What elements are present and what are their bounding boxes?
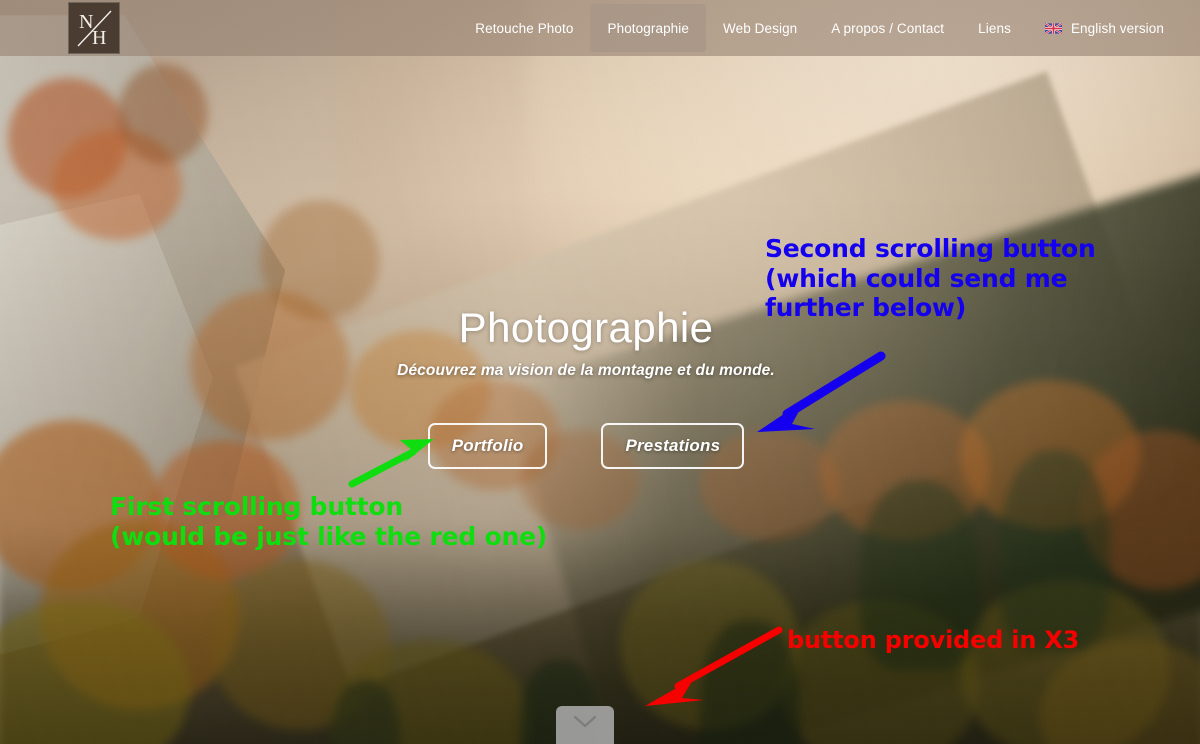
hero-button-portfolio[interactable]: Portfolio — [427, 423, 548, 469]
chevron-down-icon — [573, 715, 597, 728]
hero-cta-group: Portfolio Prestations — [0, 423, 1172, 469]
top-navigation-bar: N H Retouche Photo Photographie Web Desi… — [0, 0, 1200, 56]
hero-content: Photographie Découvrez ma vision de la m… — [0, 0, 1200, 744]
uk-flag-icon — [1044, 22, 1062, 34]
hero-button-prestations[interactable]: Prestations — [601, 423, 745, 469]
nh-monogram-logo[interactable]: N H — [68, 2, 120, 54]
nav-web-design[interactable]: Web Design — [706, 4, 814, 52]
page-title: Photographie — [458, 304, 714, 351]
nav-english-version-label: English version — [1070, 20, 1164, 36]
nav-photographie[interactable]: Photographie — [590, 4, 706, 52]
main-nav: Retouche Photo Photographie Web Design A… — [458, 0, 1184, 56]
logo-letter-h: H — [92, 27, 106, 49]
scroll-down-button[interactable] — [556, 706, 614, 744]
nav-a-propos-contact[interactable]: A propos / Contact — [814, 4, 961, 52]
nav-retouche-photo[interactable]: Retouche Photo — [458, 4, 590, 52]
page-subtitle: Découvrez ma vision de la montagne et du… — [397, 362, 775, 379]
nav-liens[interactable]: Liens — [961, 4, 1028, 52]
nav-english-version[interactable]: English version — [1028, 4, 1184, 52]
